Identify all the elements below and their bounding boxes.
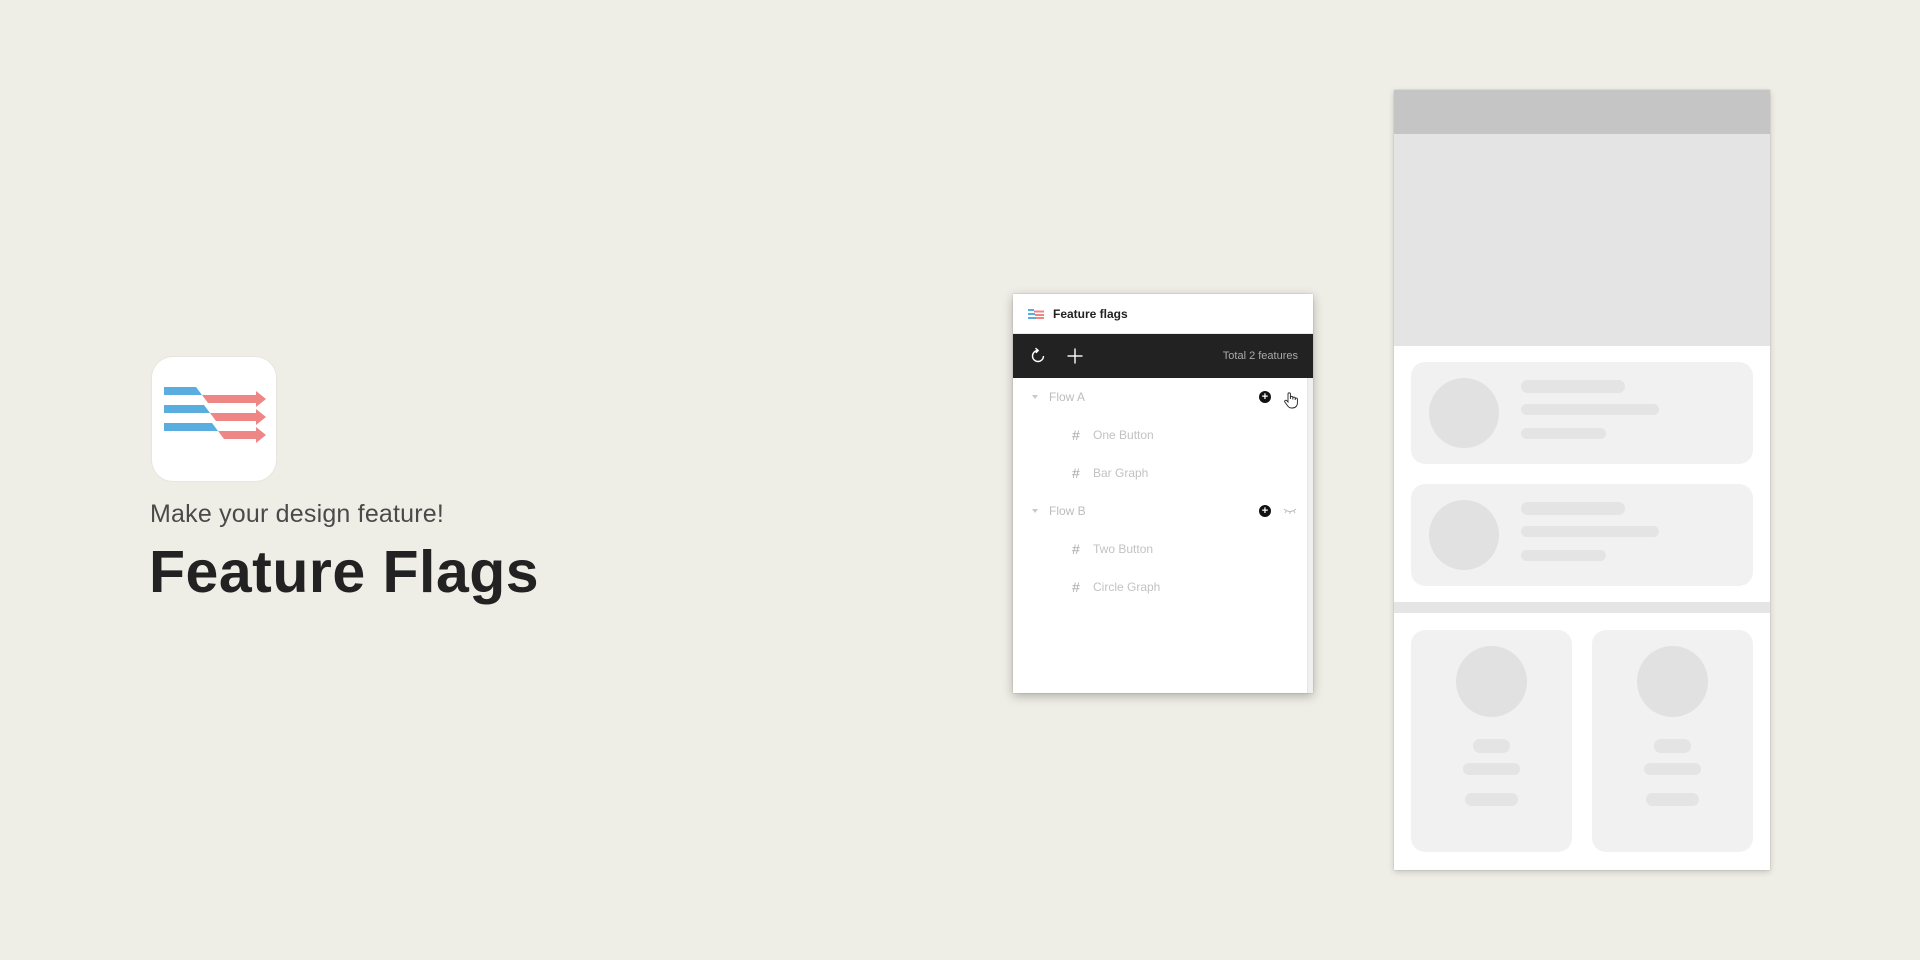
- wireframe-avatar: [1429, 500, 1499, 570]
- plugin-titlebar: Feature flags: [1013, 294, 1313, 334]
- flow-label: Flow A: [1049, 390, 1086, 404]
- wireframe-text-line: [1646, 793, 1699, 806]
- wireframe-avatar: [1456, 646, 1527, 717]
- flow-row[interactable]: Flow A +: [1013, 378, 1307, 416]
- plugin-toolbar: Total 2 features: [1013, 334, 1313, 378]
- add-feature-button[interactable]: [1063, 344, 1087, 368]
- frame-hash-icon: #: [1072, 541, 1080, 557]
- feature-flags-logo-icon: [164, 387, 266, 443]
- wireframe-avatar: [1637, 646, 1708, 717]
- app-logo: [151, 356, 277, 482]
- frame-row[interactable]: # Two Button: [1013, 530, 1307, 568]
- frame-row[interactable]: # Circle Graph: [1013, 568, 1307, 606]
- frame-row[interactable]: # Bar Graph: [1013, 454, 1307, 492]
- caret-down-icon[interactable]: [1032, 395, 1038, 399]
- wireframe-list-card: [1411, 484, 1753, 586]
- frame-hash-icon: #: [1072, 427, 1080, 443]
- hidden-eye-icon[interactable]: [1283, 507, 1297, 515]
- refresh-button[interactable]: [1026, 344, 1050, 368]
- feature-tree: Flow A + # One Button # Bar Graph Flow B…: [1013, 378, 1313, 693]
- add-frame-icon[interactable]: +: [1259, 505, 1271, 517]
- total-features-count: Total 2 features: [1222, 350, 1298, 362]
- frame-label: Circle Graph: [1093, 580, 1161, 594]
- wireframe-status-bar: [1394, 90, 1770, 134]
- wireframe-text-line: [1521, 502, 1625, 515]
- wireframe-grid-tile: [1411, 630, 1572, 852]
- wireframe-avatar: [1429, 378, 1499, 448]
- plus-icon: [1067, 348, 1083, 364]
- frame-label: Two Button: [1093, 542, 1154, 556]
- tagline: Make your design feature!: [150, 500, 445, 528]
- hero-title: Feature Flags: [149, 539, 540, 605]
- wireframe-phone: [1394, 90, 1770, 870]
- plugin-logo-icon: [1028, 308, 1044, 319]
- wireframe-text-line: [1463, 763, 1520, 775]
- wireframe-text-line: [1521, 404, 1659, 415]
- wireframe-grid-tile: [1592, 630, 1753, 852]
- wireframe-text-line: [1465, 793, 1518, 806]
- wireframe-text-line: [1521, 380, 1625, 393]
- wireframe-text-line: [1644, 763, 1701, 775]
- frame-label: Bar Graph: [1093, 466, 1149, 480]
- wireframe-list-card: [1411, 362, 1753, 464]
- plugin-title: Feature flags: [1053, 306, 1128, 321]
- flow-row[interactable]: Flow B +: [1013, 492, 1307, 530]
- wireframe-text-line: [1654, 739, 1691, 753]
- frame-hash-icon: #: [1072, 579, 1080, 595]
- wireframe-text-line: [1521, 526, 1659, 537]
- caret-down-icon[interactable]: [1032, 509, 1038, 513]
- wireframe-text-line: [1521, 428, 1606, 439]
- flow-label: Flow B: [1049, 504, 1086, 518]
- frame-label: One Button: [1093, 428, 1154, 442]
- hand-cursor-icon: [1284, 392, 1298, 409]
- frame-hash-icon: #: [1072, 465, 1080, 481]
- frame-row[interactable]: # One Button: [1013, 416, 1307, 454]
- wireframe-hero-image: [1394, 134, 1770, 346]
- scrollbar[interactable]: [1307, 378, 1313, 693]
- plugin-window: Feature flags Total 2 features Flow A +: [1013, 294, 1313, 693]
- refresh-icon: [1031, 347, 1045, 363]
- wireframe-text-line: [1473, 739, 1510, 753]
- add-frame-icon[interactable]: +: [1259, 391, 1271, 403]
- wireframe-text-line: [1521, 550, 1606, 561]
- wireframe-divider: [1394, 602, 1770, 613]
